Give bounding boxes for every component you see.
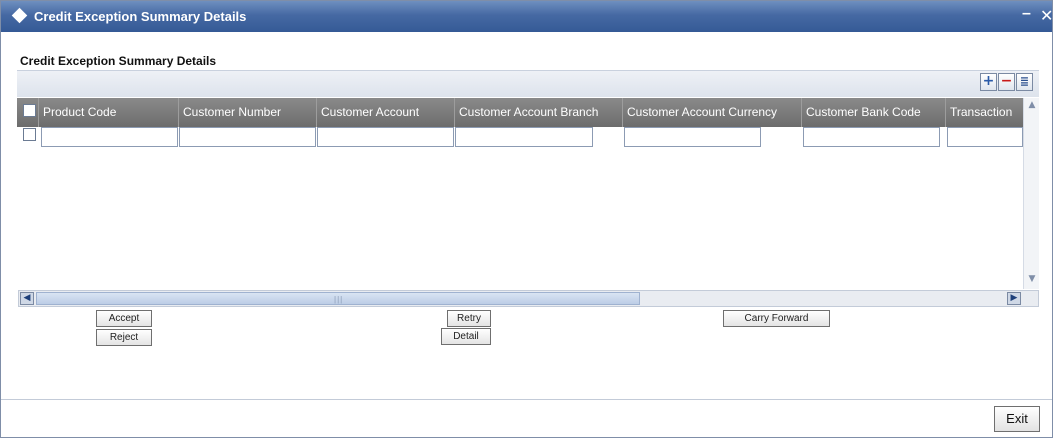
reject-button[interactable]: Reject — [96, 329, 152, 346]
grid-toolbar — [17, 70, 1039, 97]
column-header-customer-number[interactable]: Customer Number — [179, 98, 317, 127]
exit-button[interactable]: Exit — [994, 406, 1040, 432]
customer-account-currency-input[interactable] — [624, 127, 761, 147]
scroll-thumb[interactable]: ||| — [36, 292, 640, 305]
column-header-transaction[interactable]: Transaction — [946, 98, 1023, 127]
product-code-input[interactable] — [41, 127, 178, 147]
horizontal-scrollbar[interactable]: ◀ ||| ▶ — [18, 290, 1039, 307]
scroll-left-icon[interactable]: ◀ — [20, 292, 34, 305]
customer-bank-code-input[interactable] — [803, 127, 940, 147]
column-header-customer-account[interactable]: Customer Account — [317, 98, 455, 127]
column-header-customer-bank-code[interactable]: Customer Bank Code — [802, 98, 946, 127]
retry-button[interactable]: Retry — [447, 310, 491, 327]
detail-button[interactable]: Detail — [441, 328, 491, 345]
select-all-checkbox[interactable] — [23, 104, 36, 117]
customer-account-branch-input[interactable] — [455, 127, 593, 147]
customer-account-input[interactable] — [317, 127, 454, 147]
column-header-product-code[interactable]: Product Code — [39, 98, 179, 127]
close-icon[interactable]: ✕ — [1040, 6, 1053, 25]
transaction-input[interactable] — [947, 127, 1023, 147]
single-view-icon[interactable]: ≣ — [1016, 73, 1033, 91]
window-title: Credit Exception Summary Details — [34, 9, 247, 24]
scroll-grip-icon: ||| — [334, 295, 344, 304]
column-header-customer-account-currency[interactable]: Customer Account Currency — [623, 98, 802, 127]
grid-header: Product Code Customer Number Customer Ac… — [17, 98, 1023, 127]
row-select-checkbox[interactable] — [23, 128, 36, 141]
delete-row-icon[interactable]: − — [998, 73, 1015, 91]
column-header-customer-account-branch[interactable]: Customer Account Branch — [455, 98, 623, 127]
footer-divider — [1, 399, 1052, 400]
carry-forward-button[interactable]: Carry Forward — [723, 310, 830, 327]
minimize-icon[interactable]: – — [1022, 5, 1031, 23]
scroll-right-icon[interactable]: ▶ — [1007, 292, 1021, 305]
scroll-up-icon[interactable]: ▲ — [1026, 100, 1038, 110]
scroll-down-icon[interactable]: ▼ — [1026, 274, 1038, 284]
add-row-icon[interactable]: + — [980, 73, 997, 91]
accept-button[interactable]: Accept — [96, 310, 152, 327]
window-diamond-icon — [11, 7, 28, 24]
section-title: Credit Exception Summary Details — [20, 54, 217, 68]
title-bar: Credit Exception Summary Details – ✕ — [1, 1, 1053, 32]
credit-exception-window: Credit Exception Summary Details – ✕ Cre… — [0, 0, 1053, 438]
customer-number-input[interactable] — [179, 127, 316, 147]
vertical-scrollbar[interactable]: ▲ ▼ — [1023, 98, 1039, 289]
